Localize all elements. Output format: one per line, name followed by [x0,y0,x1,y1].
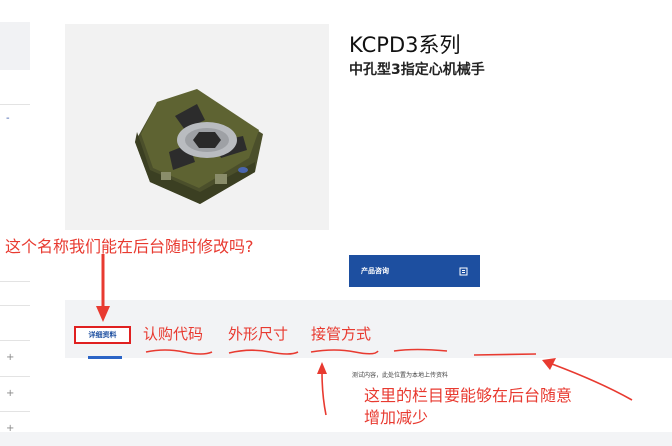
sidebar-expand-toggle[interactable]: + [6,352,14,363]
tab-purchase-code-annotation: 认购代码 [143,325,204,343]
document-icon [459,267,468,276]
product-consult-button[interactable]: 产品咨询 [349,255,480,287]
test-content-text: 测试内容，此处位置为本地上传资料 [352,372,449,379]
consult-button-label: 产品咨询 [361,268,389,275]
product-subtitle: 中孔型3指定心机械手 [349,62,485,78]
tab-connection-annotation: 接管方式 [311,325,372,343]
annotation-arrow [321,371,327,416]
annotation-question: 这个名称我们能在后台随时修改吗? [5,237,254,256]
sidebar-divider [0,281,30,282]
sidebar-divider [0,376,30,377]
sidebar-expand-toggle[interactable]: + [6,388,14,399]
sidebar-divider [0,104,30,105]
tab-dimensions-annotation: 外形尺寸 [228,325,289,343]
annotation-arrowhead [317,362,327,374]
gripper-illustration [135,89,263,204]
tab-details[interactable]: 详细资料 [74,326,131,344]
annotation-arrowhead [542,358,556,370]
sidebar-divider [0,340,30,341]
footer-strip [0,432,672,446]
annotation-note-line1: 这里的栏目要能够在后台随意 [364,386,573,405]
sidebar-divider [0,411,30,412]
annotation-note-line2: 增加减少 [364,408,429,427]
product-image [65,24,329,230]
sidebar-header-block [0,22,30,70]
sidebar-divider [0,305,30,306]
sidebar: - + + + [0,0,30,446]
sidebar-collapse-toggle[interactable]: - [6,113,10,124]
active-tab-indicator [88,356,122,359]
product-title: KCPD3系列 [349,33,461,57]
